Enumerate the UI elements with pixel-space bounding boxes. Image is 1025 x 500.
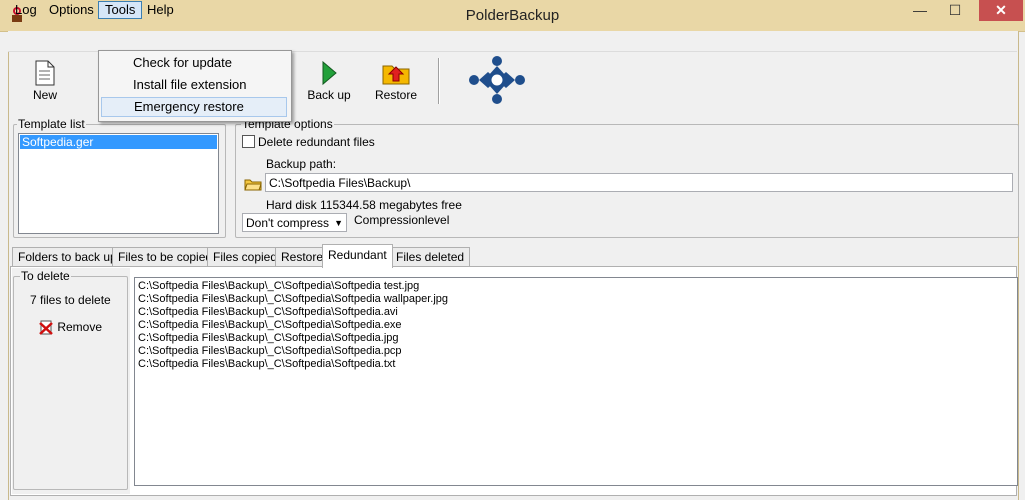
- play-arrow-icon: [322, 60, 337, 86]
- menu-options[interactable]: Options: [43, 1, 100, 19]
- tab-files-deleted[interactable]: Files deleted: [390, 247, 471, 267]
- toolbar-separator: [438, 58, 440, 104]
- restore-folder-icon: [382, 65, 410, 85]
- menu-log[interactable]: Log: [9, 1, 43, 19]
- remove-button[interactable]: Remove: [38, 318, 102, 336]
- new-document-icon: [35, 60, 55, 86]
- list-item[interactable]: C:\Softpedia Files\Backup\_C\Softpedia\S…: [138, 345, 402, 358]
- tab-redundant[interactable]: Redundant: [322, 244, 393, 268]
- chevron-down-icon: ▼: [334, 218, 343, 228]
- tab-files-copied[interactable]: Files copied: [207, 247, 284, 267]
- tab-files-to-be-copied[interactable]: Files to be copied: [112, 247, 219, 267]
- files-to-delete-count: 7 files to delete: [30, 293, 111, 307]
- backup-button[interactable]: Back up: [299, 56, 359, 108]
- template-item[interactable]: Softpedia.ger: [20, 135, 217, 149]
- template-list-legend: Template list: [17, 117, 86, 131]
- list-item[interactable]: C:\Softpedia Files\Backup\_C\Softpedia\S…: [138, 358, 395, 371]
- menu-help[interactable]: Help: [141, 1, 180, 19]
- to-delete-legend: To delete: [20, 269, 71, 283]
- tools-dropdown: Check for update Install file extension …: [98, 50, 292, 122]
- polder-logo-icon: [469, 56, 525, 104]
- to-delete-group: [13, 276, 128, 490]
- tab-folders-to-back-up[interactable]: Folders to back up: [12, 247, 123, 267]
- menu-bar: [8, 31, 1017, 52]
- backup-path-field[interactable]: C:\Softpedia Files\Backup\: [265, 173, 1013, 192]
- list-item[interactable]: C:\Softpedia Files\Backup\_C\Softpedia\S…: [138, 293, 448, 306]
- menu-emergency-restore[interactable]: Emergency restore: [101, 97, 287, 117]
- delete-redundant-checkbox[interactable]: [242, 135, 255, 148]
- compression-value: Don't compress: [246, 216, 329, 230]
- new-label: New: [32, 88, 57, 102]
- list-item[interactable]: C:\Softpedia Files\Backup\_C\Softpedia\S…: [138, 332, 399, 345]
- maximize-button[interactable]: ☐: [940, 0, 970, 21]
- remove-icon: [39, 320, 53, 335]
- menu-check-for-update[interactable]: Check for update: [101, 53, 287, 73]
- disk-info: Hard disk 115344.58 megabytes free: [266, 198, 462, 212]
- browse-folder-icon[interactable]: [244, 177, 262, 194]
- menu-tools[interactable]: Tools: [98, 1, 143, 19]
- tab-restore[interactable]: Restore: [275, 247, 330, 267]
- list-item[interactable]: C:\Softpedia Files\Backup\_C\Softpedia\S…: [138, 280, 419, 293]
- restore-label: Restore: [374, 88, 418, 102]
- polder-logo[interactable]: [466, 54, 528, 106]
- minimize-button[interactable]: —: [905, 0, 935, 21]
- compression-label: Compressionlevel: [354, 213, 450, 227]
- restore-button[interactable]: Restore: [366, 56, 426, 108]
- list-item[interactable]: C:\Softpedia Files\Backup\_C\Softpedia\S…: [138, 306, 398, 319]
- compression-select[interactable]: Don't compress ▼: [242, 213, 347, 232]
- delete-redundant-label: Delete redundant files: [258, 135, 375, 149]
- template-listbox[interactable]: Softpedia.ger: [18, 133, 219, 234]
- close-button[interactable]: ✕: [979, 0, 1023, 21]
- backup-path-label: Backup path:: [266, 157, 337, 171]
- menu-install-file-extension[interactable]: Install file extension: [101, 75, 287, 95]
- list-item[interactable]: C:\Softpedia Files\Backup\_C\Softpedia\S…: [138, 319, 402, 332]
- backup-label: Back up: [307, 88, 351, 102]
- new-button[interactable]: New: [15, 56, 75, 108]
- remove-label: Remove: [57, 320, 103, 334]
